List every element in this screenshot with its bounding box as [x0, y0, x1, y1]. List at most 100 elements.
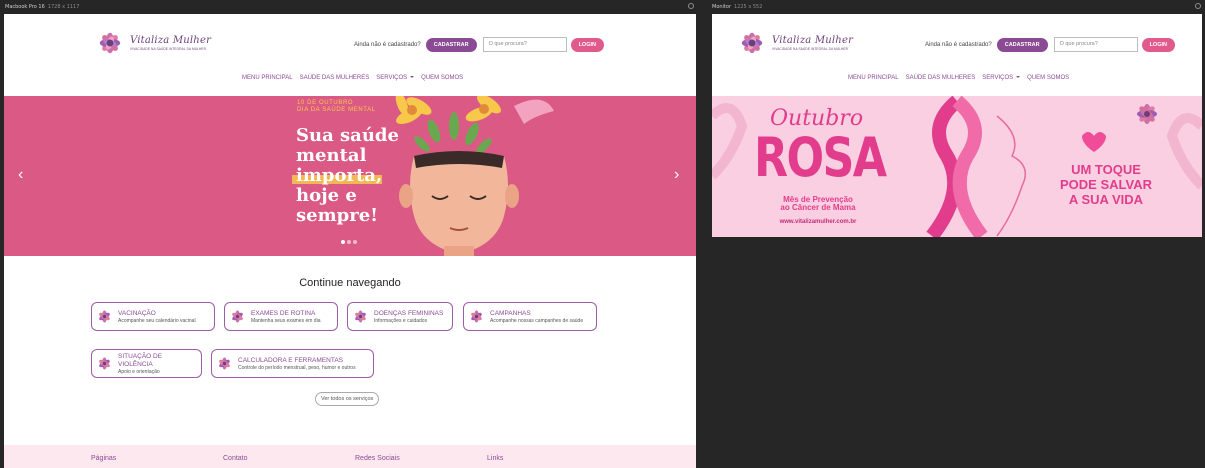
- hero-illustration: [395, 96, 554, 256]
- footer-pages[interactable]: Páginas: [91, 455, 116, 462]
- hero-headline-line2: mental: [296, 145, 367, 166]
- nav-servicos[interactable]: SERVIÇOS: [982, 75, 1021, 81]
- section-title: Continue navegando: [299, 277, 401, 289]
- service-card-exames[interactable]: EXAMES DE ROTINA Mantenha seus exames em …: [224, 302, 338, 331]
- banner-rosa: ROSA: [754, 126, 887, 189]
- service-card-vacinacao[interactable]: VACINAÇÃO Acompanhe seu calendário vacina…: [91, 302, 215, 331]
- card-title: EXAMES DE ROTINA: [251, 309, 316, 317]
- main-nav: MENU PRINCIPAL SAÚDE DAS MULHERES SERVIÇ…: [848, 75, 1076, 81]
- flower-icon: [355, 310, 366, 323]
- hero-headline-line5: sempre!: [296, 205, 379, 226]
- card-title: SITUAÇÃO DE VIOLÊNCIA: [118, 352, 163, 368]
- register-question: Ainda não é cadastrado?: [925, 41, 992, 48]
- screen: Macbook Pro 16 1728 x 1117 Monitor 1225 x …: [0, 0, 1205, 468]
- flower-icon: [99, 357, 110, 370]
- mac-viewport: Vitaliza Mulher VIVACIDADE NA SAÚDE INTE…: [4, 14, 696, 468]
- site-footer: Páginas Contato Redes Sociais Links: [4, 445, 696, 468]
- login-button[interactable]: LOGIN: [570, 37, 604, 52]
- service-card-violencia[interactable]: SITUAÇÃO DE VIOLÊNCIA Apoio e orientação: [91, 349, 202, 378]
- search-input[interactable]: O que procura?: [1053, 37, 1138, 52]
- banner-slogan-line2: PODE SALVAR: [1060, 177, 1152, 192]
- hero-headline: Sua saúde mental importa, hoje e sempre!: [292, 125, 399, 226]
- search-input[interactable]: O que procura?: [482, 37, 567, 52]
- card-desc: Informações e cuidados: [374, 317, 428, 324]
- nav-servicos[interactable]: SERVIÇOS: [376, 75, 415, 81]
- chevron-down-icon: [410, 76, 415, 79]
- brand-tagline: VIVACIDADE NA SAÚDE INTEGRAL DA MULHER: [772, 47, 849, 51]
- footer-links[interactable]: Links: [487, 455, 503, 462]
- banner-slogan-line3: A SUA VIDA: [1068, 192, 1144, 207]
- banner-slogan: UM TOQUE PODE SALVAR A SUA VIDA: [1048, 162, 1164, 207]
- hero-headline-line4: hoje e: [296, 185, 357, 206]
- nav-menu-principal[interactable]: MENU PRINCIPAL: [242, 75, 293, 81]
- nav-saude-mulheres[interactable]: SAÚDE DAS MULHERES: [906, 75, 976, 81]
- banner-subtitle: Mês de Prevenção ao Câncer de Mama: [758, 196, 878, 212]
- hero-headline-line3: importa,: [296, 165, 383, 186]
- register-question: Ainda não é cadastrado?: [354, 41, 421, 48]
- carousel-dots: [341, 240, 359, 244]
- footer-social[interactable]: Redes Sociais: [355, 455, 400, 462]
- card-title: CAMPANHAS: [490, 309, 531, 317]
- card-title: CALCULADORA E FERRAMENTAS: [238, 356, 343, 364]
- site-logo[interactable]: Vitaliza Mulher VIVACIDADE NA SAÚDE INTE…: [735, 26, 853, 60]
- nav-quem-somos[interactable]: QUEM SOMOS: [421, 75, 463, 81]
- main-nav: MENU PRINCIPAL SAÚDE DAS MULHERES SERVIÇ…: [242, 75, 470, 81]
- monitor-frame-dims: 1225 x 552: [734, 4, 763, 10]
- chevron-down-icon: [1016, 76, 1021, 79]
- flower-icon: [99, 310, 110, 323]
- service-card-doencas[interactable]: DOENÇAS FEMININAS Informações e cuidados: [347, 302, 453, 331]
- hero-carousel: 10 DE OUTUBRO DIA DA SAÚDE MENTAL Sua sa…: [4, 96, 696, 256]
- card-desc: Acompanhe nossas campanhes de saúde: [490, 317, 584, 324]
- footer-contact[interactable]: Contato: [223, 455, 248, 462]
- banner-slogan-line1: UM TOQUE: [1071, 162, 1141, 177]
- hero-date-line2: DIA DA SAÚDE MENTAL: [297, 107, 376, 113]
- header-actions: Ainda não é cadastrado? CADASTRAR O que …: [354, 37, 604, 52]
- carousel-dot[interactable]: [341, 240, 345, 244]
- carousel-dot[interactable]: [347, 240, 351, 244]
- carousel-prev-chevron-icon[interactable]: ‹: [18, 166, 23, 184]
- monitor-viewport: Vitaliza Mulher VIVACIDADE NA SAÚDE INTE…: [712, 14, 1202, 237]
- carousel-next-chevron-icon[interactable]: ›: [674, 166, 679, 184]
- nav-menu-principal[interactable]: MENU PRINCIPAL: [848, 75, 899, 81]
- card-title: DOENÇAS FEMININAS: [374, 309, 444, 317]
- monitor-frame-name: Monitor: [712, 4, 732, 10]
- view-all-services-button[interactable]: Ver todos os serviços: [315, 392, 380, 406]
- card-desc: Controle do período menstrual, peso, hum…: [238, 364, 356, 371]
- hero-date: 10 DE OUTUBRO DIA DA SAÚDE MENTAL: [297, 100, 376, 114]
- monitor-frame-label: Monitor 1225 x 552: [712, 4, 762, 10]
- outubro-rosa-banner: Outubro ROSA Mês de Prevenção ao Câncer …: [712, 96, 1202, 237]
- card-title: VACINAÇÃO: [118, 309, 156, 317]
- nav-servicos-label: SERVIÇOS: [982, 75, 1014, 81]
- brand-name: Vitaliza Mulher: [772, 35, 854, 46]
- hero-headline-highlight: importa,: [292, 165, 399, 186]
- settings-icon[interactable]: [688, 3, 694, 9]
- site-logo[interactable]: Vitaliza Mulher VIVACIDADE NA SAÚDE INTE…: [93, 26, 211, 60]
- card-desc: Acompanhe seu calendário vacinal: [118, 317, 196, 324]
- brand-name: Vitaliza Mulher: [130, 35, 212, 46]
- hero-date-line1: 10 DE OUTUBRO: [297, 100, 354, 106]
- hero-headline-line1: Sua saúde: [296, 125, 399, 146]
- carousel-dot[interactable]: [353, 240, 357, 244]
- nav-servicos-label: SERVIÇOS: [376, 75, 408, 81]
- header-actions: Ainda não é cadastrado? CADASTRAR O que …: [925, 37, 1175, 52]
- flower-logo-icon: [99, 32, 121, 54]
- mac-frame-label: Macbook Pro 16 1728 x 1117: [5, 4, 79, 10]
- register-button[interactable]: CADASTRAR: [425, 37, 477, 52]
- register-button[interactable]: CADASTRAR: [996, 37, 1048, 52]
- flower-icon: [232, 310, 243, 323]
- flower-logo-icon: [741, 32, 763, 54]
- card-desc: Apoio e orientação: [118, 368, 160, 375]
- mac-frame-name: Macbook Pro 16: [5, 4, 45, 10]
- nav-saude-mulheres[interactable]: SAÚDE DAS MULHERES: [300, 75, 370, 81]
- brand-tagline: VIVACIDADE NA SAÚDE INTEGRAL DA MULHER: [130, 47, 207, 51]
- card-desc: Mantenha seus exames em dia: [251, 317, 321, 324]
- flower-icon: [471, 310, 482, 323]
- banner-url: www.vitalizamulher.com.br: [779, 219, 857, 225]
- service-card-calculadora[interactable]: CALCULADORA E FERRAMENTAS Controle do per…: [211, 349, 374, 378]
- service-card-campanhas[interactable]: CAMPANHAS Acompanhe nossas campanhes de s…: [463, 302, 597, 331]
- banner-subtitle-line2: ao Câncer de Mama: [780, 203, 856, 212]
- mac-frame-dims: 1728 x 1117: [47, 4, 80, 10]
- login-button[interactable]: LOGIN: [1141, 37, 1175, 52]
- settings-icon[interactable]: [1195, 3, 1201, 9]
- nav-quem-somos[interactable]: QUEM SOMOS: [1027, 75, 1069, 81]
